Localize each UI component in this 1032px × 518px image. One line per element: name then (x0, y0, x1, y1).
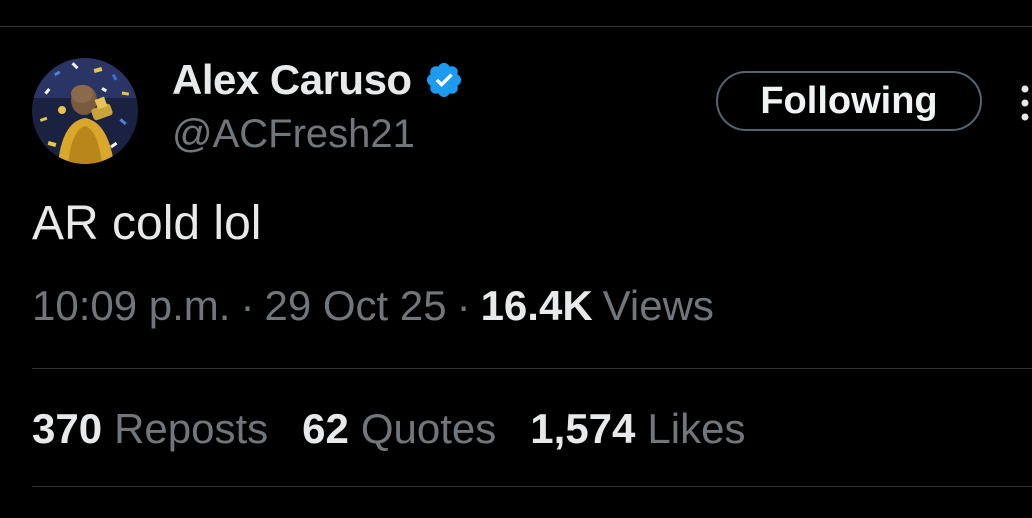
top-divider (0, 26, 1032, 27)
reposts-count: 370 (32, 405, 103, 452)
tweet-date[interactable]: 29 Oct 25 (264, 282, 446, 330)
engagement-stats: 370 Reposts 62 Quotes 1,574 Likes (32, 405, 779, 453)
author-name-row: Alex Caruso (172, 54, 464, 106)
meta-separator: · (240, 282, 255, 329)
tweet-time[interactable]: 10:09 p.m. (32, 282, 230, 330)
tweet-text: AR cold lol (32, 197, 262, 250)
avatar[interactable] (32, 58, 138, 164)
author-handle[interactable]: @ACFresh21 (172, 112, 464, 157)
author-display-name[interactable]: Alex Caruso (172, 56, 412, 104)
likes-count: 1,574 (530, 405, 636, 452)
likes-stat[interactable]: 1,574 Likes (530, 405, 745, 453)
likes-label: Likes (647, 405, 746, 452)
views-label: Views (602, 282, 714, 329)
divider (32, 486, 1032, 487)
quotes-stat[interactable]: 62 Quotes (302, 405, 496, 453)
following-button[interactable]: Following (716, 71, 982, 131)
quotes-count: 62 (302, 405, 349, 452)
reposts-label: Reposts (114, 405, 269, 452)
views-count: 16.4K (480, 282, 593, 329)
author-block: Alex Caruso @ACFresh21 (172, 54, 464, 157)
avatar-photo-icon (32, 58, 138, 164)
more-vertical-icon[interactable] (1018, 84, 1032, 122)
verified-badge-icon[interactable] (424, 60, 464, 100)
reposts-stat[interactable]: 370 Reposts (32, 405, 268, 453)
tweet-meta: 10:09 p.m. · 29 Oct 25 · 16.4K Views (32, 282, 714, 330)
divider (32, 368, 1032, 369)
meta-separator: · (456, 282, 471, 329)
quotes-label: Quotes (360, 405, 497, 452)
